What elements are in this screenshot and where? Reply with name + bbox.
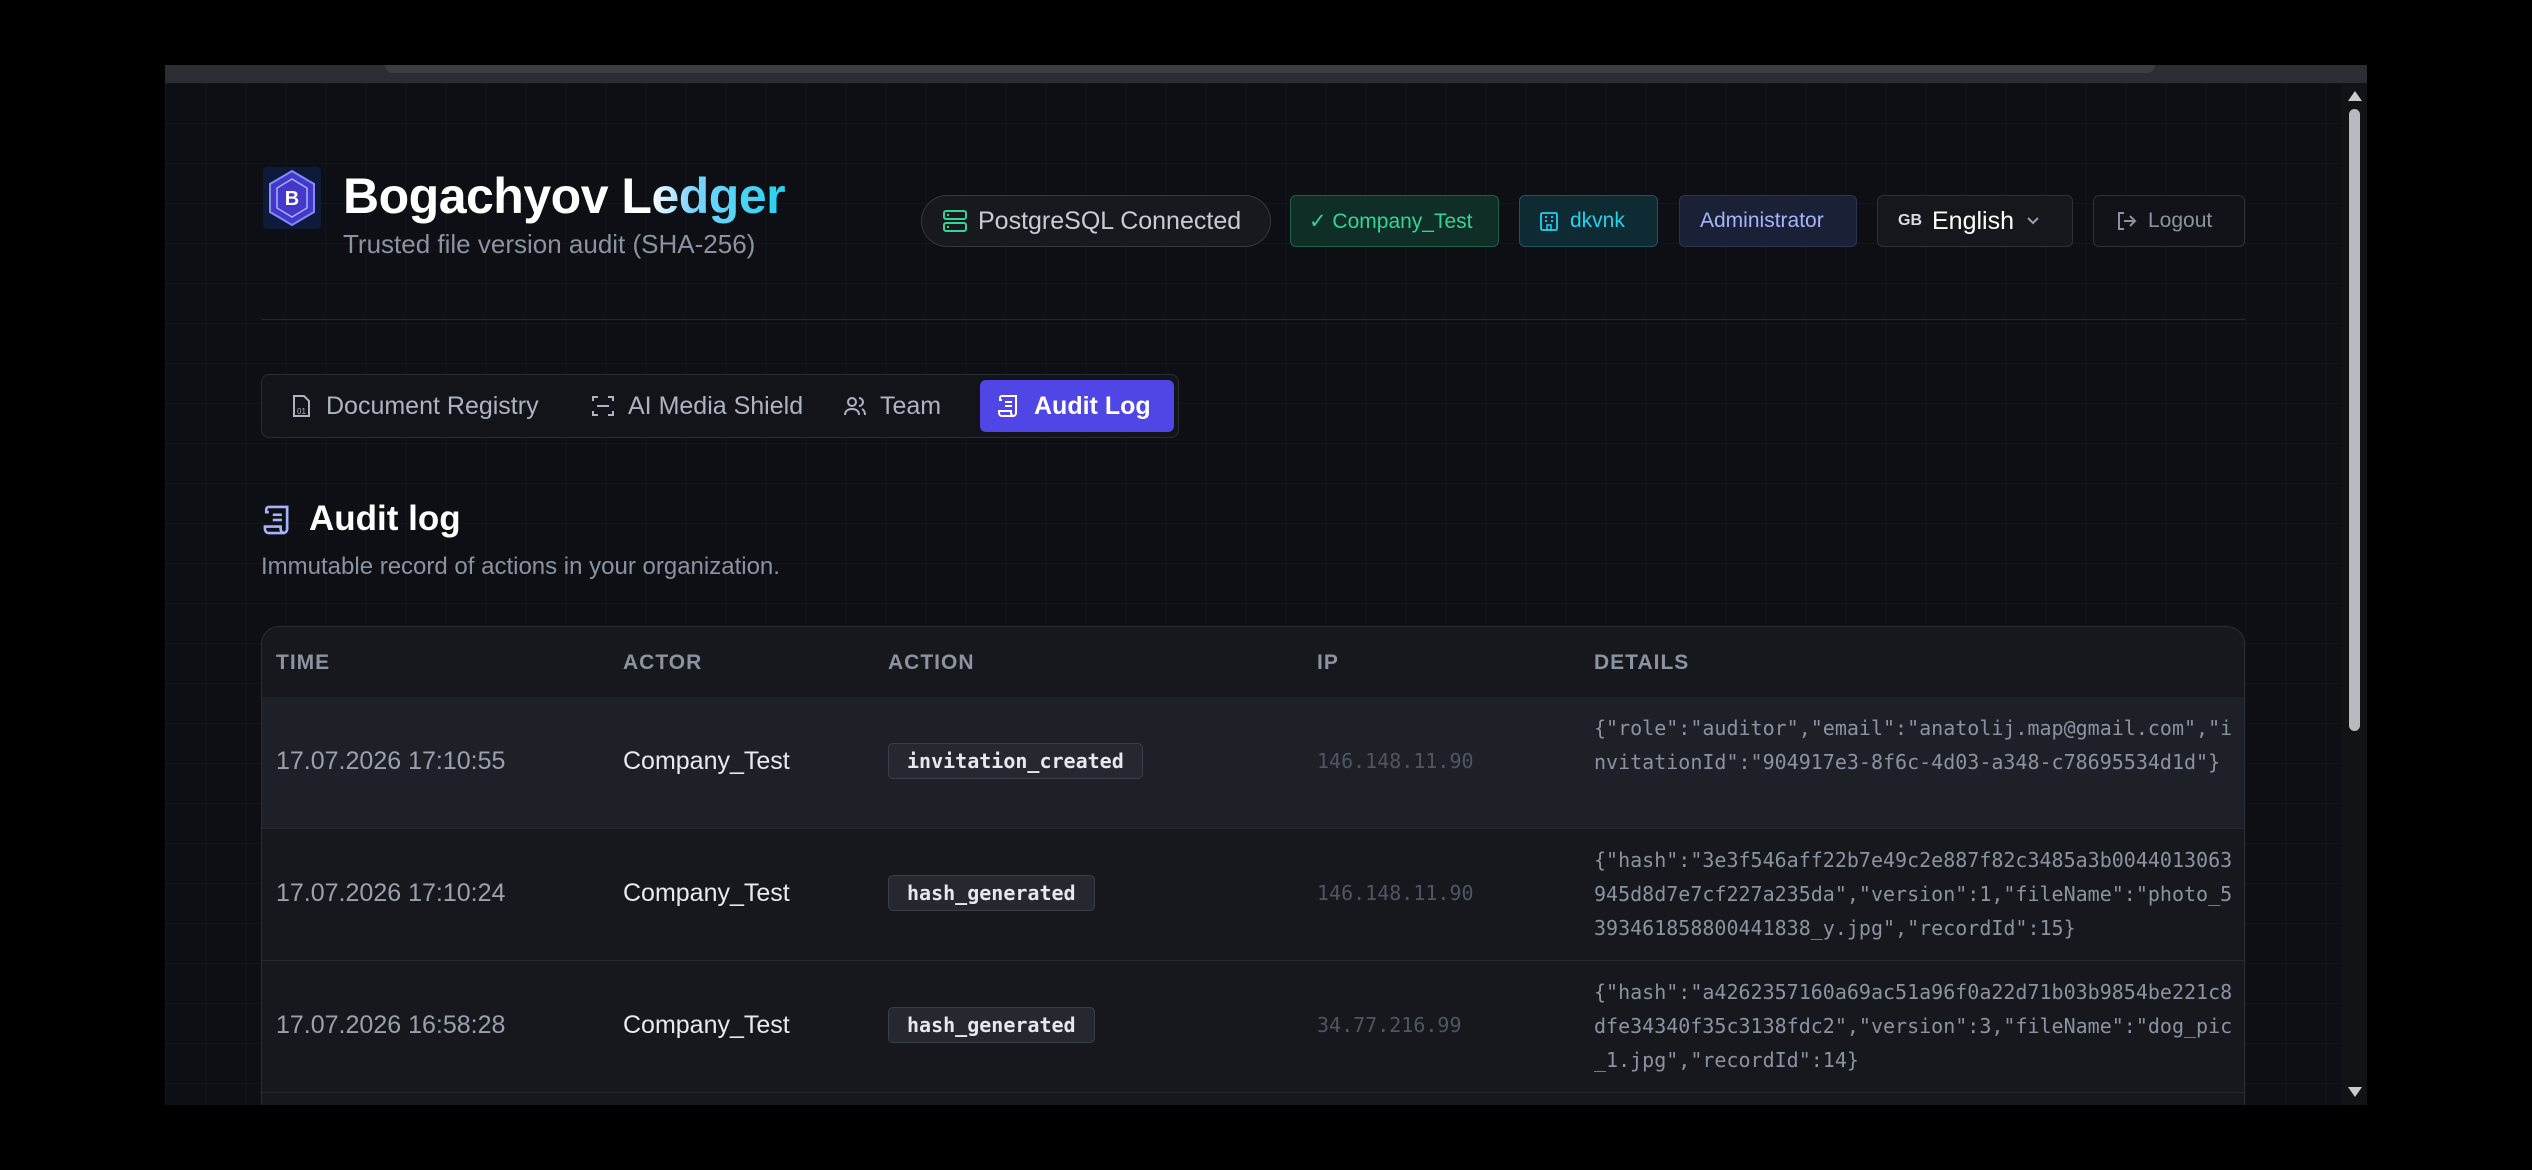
cell-ip: 146.148.11.90: [1317, 749, 1474, 773]
app-title: Bogachyov Ledger: [343, 167, 786, 225]
cell-actor: Company_Test: [623, 879, 790, 907]
app-subtitle: Trusted file version audit (SHA-256): [343, 229, 756, 259]
company-badge: ✓ Company_Test: [1290, 195, 1499, 247]
db-status-badge: PostgreSQL Connected: [921, 195, 1271, 247]
tab-document-registry[interactable]: 01 Document Registry: [272, 380, 570, 432]
table-row-partial[interactable]: [262, 1093, 2244, 1105]
language-flag-code: GB: [1898, 212, 1922, 229]
cell-time: 17.07.2026 17:10:55: [276, 747, 506, 775]
users-icon: [844, 397, 866, 416]
svg-text:01: 01: [297, 407, 306, 416]
tab-label: AI Media Shield: [628, 391, 804, 420]
cell-details: {"hash":"a4262357160a69ac51a96f0a22d71b0…: [1594, 980, 2233, 1072]
cell-time: 17.07.2026 16:58:28: [276, 1011, 506, 1039]
tab-audit-log[interactable]: Audit Log: [980, 380, 1174, 432]
ledger-logo-icon: B: [263, 167, 321, 229]
db-status-label: PostgreSQL Connected: [978, 206, 1242, 235]
audit-log-icon: [263, 505, 289, 535]
section-title: Audit log: [309, 499, 461, 538]
cell-ip: 34.77.216.99: [1317, 1013, 1462, 1037]
header-divider: [261, 319, 2245, 320]
language-select[interactable]: GB English: [1877, 195, 2073, 247]
logout-icon: [2118, 212, 2137, 230]
role-badge: Administrator: [1679, 195, 1857, 247]
scroll-thumb[interactable]: [2349, 109, 2360, 731]
table-row[interactable]: 17.07.2026 16:58:28 Company_Test hash_ge…: [262, 961, 2244, 1093]
table-row[interactable]: 17.07.2026 17:10:24 Company_Test hash_ge…: [262, 829, 2244, 961]
tab-ai-media-shield[interactable]: AI Media Shield: [574, 380, 822, 432]
tab-label: Audit Log: [1034, 391, 1151, 420]
cell-time: 17.07.2026 17:10:24: [276, 879, 506, 907]
browser-window: B Bogachyov Ledger Trusted file version …: [165, 65, 2367, 1105]
app-title-part2: edger: [651, 168, 786, 224]
main-tabs: 01 Document Registry AI Media Shield Tea…: [261, 374, 1179, 438]
action-badge: hash_generated: [888, 875, 1095, 911]
user-label: dkvnk: [1570, 209, 1625, 232]
logo-letter: B: [285, 188, 299, 210]
tab-label: Document Registry: [326, 391, 539, 420]
chevron-down-icon: [2027, 217, 2039, 225]
scroll-icon: [998, 395, 1017, 417]
cell-actor: Company_Test: [623, 747, 790, 775]
audit-table: TIME ACTOR ACTION IP DETAILS 17.07.2026 …: [261, 626, 2245, 1105]
browser-top-bar: [165, 65, 2367, 83]
table-header: TIME ACTOR ACTION IP DETAILS: [262, 627, 2244, 698]
tab-label: Team: [880, 391, 942, 420]
column-header-details: DETAILS: [1594, 651, 1690, 674]
cell-details: {"role":"auditor","email":"anatolij.map@…: [1594, 716, 2233, 774]
logout-label: Logout: [2148, 209, 2213, 232]
column-header-action: ACTION: [888, 651, 975, 674]
column-header-ip: IP: [1317, 651, 1339, 674]
language-label: English: [1932, 206, 2014, 235]
building-icon: [1540, 212, 1558, 231]
column-header-time: TIME: [276, 651, 331, 674]
cell-actor: Company_Test: [623, 1011, 790, 1039]
logout-button[interactable]: Logout: [2093, 195, 2245, 247]
page-content: B Bogachyov Ledger Trusted file version …: [165, 83, 2342, 1105]
scroll-down-icon[interactable]: [2348, 1087, 2362, 1097]
address-bar-edge: [385, 65, 2155, 73]
document-icon: 01: [293, 395, 310, 417]
database-icon: [943, 210, 967, 232]
action-badge: hash_generated: [888, 1007, 1095, 1043]
role-label: Administrator: [1700, 209, 1824, 232]
cell-ip: 146.148.11.90: [1317, 881, 1474, 905]
table-row[interactable]: 17.07.2026 17:10:55 Company_Test invitat…: [262, 697, 2244, 829]
vertical-scrollbar[interactable]: [2342, 83, 2367, 1105]
column-header-actor: ACTOR: [623, 651, 703, 674]
cell-details: {"hash":"3e3f546aff22b7e49c2e887f82c3485…: [1594, 848, 2233, 940]
company-label: ✓ Company_Test: [1309, 209, 1473, 233]
tab-team[interactable]: Team: [826, 380, 976, 432]
user-badge: dkvnk: [1519, 195, 1658, 247]
scan-icon: [592, 396, 614, 416]
action-badge: invitation_created: [888, 743, 1143, 779]
section-subtitle: Immutable record of actions in your orga…: [261, 553, 780, 580]
scroll-up-icon[interactable]: [2348, 91, 2362, 101]
app-title-part1: Bogachyov L: [343, 168, 652, 224]
